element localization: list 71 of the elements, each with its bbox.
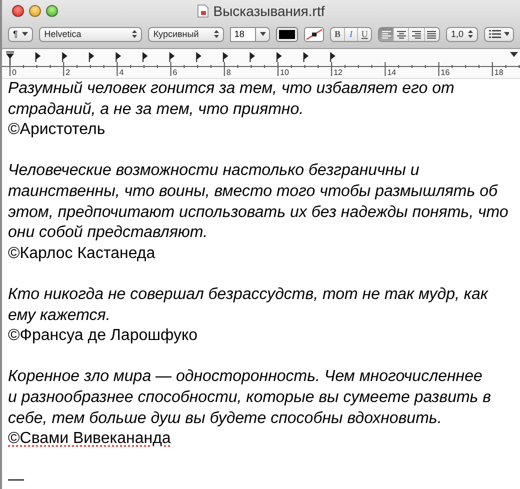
list-popup[interactable] xyxy=(484,26,514,42)
caret-down-icon xyxy=(504,32,509,36)
list-icon xyxy=(489,30,501,38)
italic-button[interactable]: I xyxy=(344,28,358,40)
ruler-number: 2 xyxy=(66,68,70,77)
align-right-icon xyxy=(411,30,422,38)
tab-stop-icon[interactable] xyxy=(330,52,336,62)
quote-line: Кто никогда не совершал безрассудств, тот не так мудр, как xyxy=(8,284,490,305)
tab-stop-icon[interactable] xyxy=(62,52,68,62)
author-line: — xyxy=(8,471,24,488)
window-title: Высказывания.rtf xyxy=(213,3,325,19)
text-color-well[interactable] xyxy=(276,26,298,42)
quote-line: себе, тем больше душ вы будете способны вдохновить. xyxy=(8,408,443,428)
font-size-field[interactable]: 18 xyxy=(230,26,256,42)
quote-line: этом, предпочитают использовать их без надежды понять, что xyxy=(8,202,510,223)
quote-line: таинственны, что воины, вместо того чтобы размышлять об xyxy=(8,182,499,202)
underline-button[interactable]: U xyxy=(358,28,371,40)
align-center-icon xyxy=(396,30,407,38)
typeface-popup[interactable]: Курсивный xyxy=(148,26,224,42)
line-spacing-popup[interactable]: 1,0 xyxy=(446,26,478,42)
caret-down-icon xyxy=(260,32,266,36)
ruler-number: 8 xyxy=(226,68,231,77)
highlight-color-well[interactable] xyxy=(304,26,324,42)
ruler-number: 12 xyxy=(334,68,342,77)
tab-stop-icon[interactable] xyxy=(196,52,202,62)
close-button[interactable] xyxy=(12,5,24,17)
right-margin-icon[interactable] xyxy=(510,52,518,57)
tab-stop-icon[interactable] xyxy=(222,52,228,62)
quote-line: Человеческие возможности настолько безграничны и xyxy=(8,161,420,182)
ruler-number: 16 xyxy=(440,68,450,77)
ruler-number: 14 xyxy=(387,68,396,77)
document-icon xyxy=(197,4,210,18)
ruler-number: 18 xyxy=(494,68,504,77)
align-right-button[interactable] xyxy=(409,28,425,40)
tab-stop-icon[interactable] xyxy=(303,52,309,62)
stepper-arrows-icon xyxy=(468,30,473,38)
stepper-arrows-icon xyxy=(214,30,220,38)
tab-stop-icon[interactable] xyxy=(116,52,122,62)
author-line: ©Аристотель xyxy=(8,121,106,138)
tab-stop-icon[interactable] xyxy=(276,52,282,62)
font-size-dropdown[interactable] xyxy=(256,26,270,42)
align-left-icon xyxy=(380,30,392,38)
align-center-button[interactable] xyxy=(394,28,410,40)
quote-line: и разнообразнее способности, которые вы сумеете развить в xyxy=(8,388,492,408)
tab-stop-icon[interactable] xyxy=(169,52,175,62)
ruler-number: 0 xyxy=(12,68,16,77)
quote-line: они собой представляют. xyxy=(8,223,209,244)
quote-line: Разумный человек гонится за тем, что избавляет его от xyxy=(8,79,456,99)
ruler-number: 10 xyxy=(280,68,289,77)
tab-stop-icon[interactable] xyxy=(142,52,148,62)
tab-stop-icon[interactable] xyxy=(88,52,94,62)
zoom-button[interactable] xyxy=(46,5,58,17)
quote-line: страданий, а не за тем, что приятно. xyxy=(8,100,305,120)
author-line: ©Карлос Кастанеда xyxy=(8,244,156,262)
tab-stop-icon[interactable] xyxy=(250,52,256,62)
caret-down-icon xyxy=(22,32,28,36)
stepper-arrows-icon xyxy=(132,30,138,38)
paragraph-style-popup[interactable]: ¶ xyxy=(8,26,34,42)
ruler-number: 6 xyxy=(172,68,178,77)
author-line: ©Свами Вивекананда xyxy=(8,430,171,448)
align-justify-button[interactable] xyxy=(424,28,439,40)
font-popup[interactable]: Helvetica xyxy=(39,26,142,42)
indent-marker-icon[interactable] xyxy=(6,52,14,66)
quote-line: Коренное зло мира — односторонность. Чем многочисленнее xyxy=(8,367,484,388)
quote-line: ему кажется. xyxy=(8,306,112,326)
minimize-button[interactable] xyxy=(29,5,41,17)
align-justify-icon xyxy=(426,30,438,38)
bold-button[interactable]: B xyxy=(331,28,345,40)
author-line: ©Франсуа де Ларошфуко xyxy=(8,327,198,344)
tab-stop-icon[interactable] xyxy=(35,52,41,62)
ruler-number: 4 xyxy=(119,68,124,77)
